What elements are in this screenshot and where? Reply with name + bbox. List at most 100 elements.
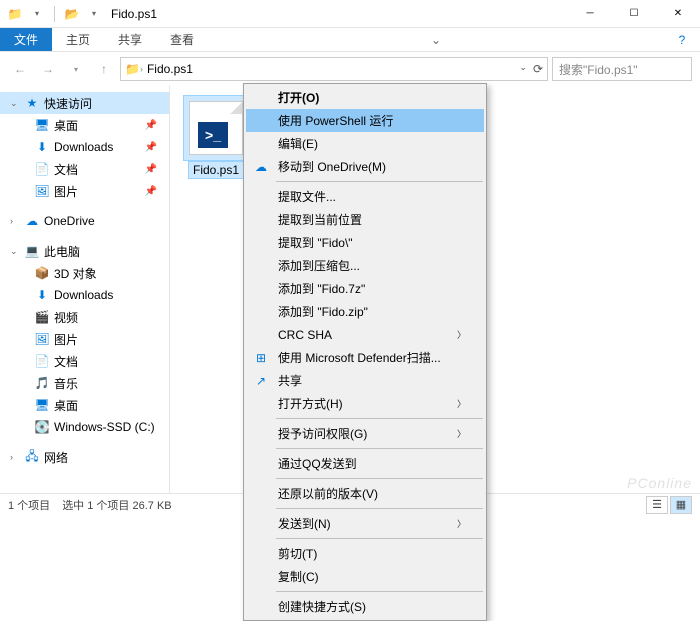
close-button[interactable]: ✕ <box>656 0 700 28</box>
menu-item-label: 添加到 "Fido.zip" <box>278 303 368 320</box>
breadcrumb[interactable]: Fido.ps1 <box>143 62 197 76</box>
tab-view[interactable]: 查看 <box>156 28 208 51</box>
sidebar-item[interactable]: 📦3D 对象 <box>0 262 169 284</box>
back-button[interactable]: ← <box>8 57 32 81</box>
quick-access-toolbar: 📁 ▾ 📂 ▾ <box>0 5 103 23</box>
window-title: Fido.ps1 <box>111 7 157 21</box>
sidebar-item-onedrive[interactable]: › ☁ OneDrive <box>0 210 169 232</box>
submenu-arrow-icon: 〉 <box>457 397 466 410</box>
menu-item[interactable]: 提取文件... <box>246 185 484 208</box>
menu-item[interactable]: 编辑(E) <box>246 132 484 155</box>
sidebar-item-this-pc[interactable]: ⌄ 💻 此电脑 <box>0 240 169 262</box>
menu-item-label: 使用 Microsoft Defender扫描... <box>278 349 441 366</box>
menu-item[interactable]: 还原以前的版本(V) <box>246 482 484 505</box>
sidebar-item[interactable]: 🖥桌面 <box>0 394 169 416</box>
item-icon: ⬇ <box>34 139 50 155</box>
ribbon-expand-icon[interactable]: ⌄ <box>418 28 454 51</box>
menu-item[interactable]: ⊞ 使用 Microsoft Defender扫描... <box>246 346 484 369</box>
item-icon: 🎵 <box>34 375 50 391</box>
menu-item-label: 添加到压缩包... <box>278 257 360 274</box>
sidebar-item[interactable]: 📄文档 <box>0 350 169 372</box>
sidebar-item[interactable]: 🎵音乐 <box>0 372 169 394</box>
sidebar-item[interactable]: 💽Windows-SSD (C:) <box>0 416 169 438</box>
pin-icon: 📌 <box>145 164 157 175</box>
menu-item-icon: ⊞ <box>253 350 269 366</box>
menu-item-label: 共享 <box>278 372 302 389</box>
menu-item[interactable]: ↗共享 <box>246 369 484 392</box>
pc-icon: 💻 <box>24 243 40 259</box>
sidebar-label: 图片 <box>54 183 78 200</box>
file-item[interactable]: >_ Fido.ps1 <box>180 96 252 178</box>
maximize-button[interactable]: ☐ <box>612 0 656 28</box>
pin-icon: 📌 <box>145 186 157 197</box>
menu-item-label: 创建快捷方式(S) <box>278 598 366 615</box>
menu-item[interactable]: 添加到压缩包... <box>246 254 484 277</box>
tab-file[interactable]: 文件 <box>0 28 52 51</box>
item-icon: 📄 <box>34 161 50 177</box>
tab-share[interactable]: 共享 <box>104 28 156 51</box>
menu-item[interactable]: 授予访问权限(G)〉 <box>246 422 484 445</box>
menu-item[interactable]: CRC SHA〉 <box>246 323 484 346</box>
sidebar-item[interactable]: 📄文档📌 <box>0 158 169 180</box>
menu-item[interactable]: 添加到 "Fido.zip" <box>246 300 484 323</box>
menu-separator <box>276 181 483 182</box>
sidebar-item-quick-access[interactable]: ⌄ ★ 快速访问 <box>0 92 169 114</box>
sidebar-label: OneDrive <box>44 214 95 228</box>
menu-item[interactable]: 复制(C) <box>246 565 484 588</box>
sidebar-label: 桌面 <box>54 397 78 414</box>
tab-home[interactable]: 主页 <box>52 28 104 51</box>
item-icon: 🖼 <box>34 331 50 347</box>
network-icon: 🖧 <box>24 449 40 465</box>
status-count: 1 个项目 <box>8 497 50 513</box>
menu-item[interactable]: 通过QQ发送到 <box>246 452 484 475</box>
sidebar-label: 音乐 <box>54 375 78 392</box>
item-icon: 🖥 <box>34 117 50 133</box>
search-input[interactable]: 搜索"Fido.ps1" <box>552 57 692 81</box>
menu-item[interactable]: 打开(O) <box>246 86 484 109</box>
minimize-button[interactable]: ─ <box>568 0 612 28</box>
menu-item[interactable]: 剪切(T) <box>246 542 484 565</box>
forward-button[interactable]: → <box>36 57 60 81</box>
menu-item-label: 编辑(E) <box>278 135 318 152</box>
menu-item[interactable]: 添加到 "Fido.7z" <box>246 277 484 300</box>
address-bar: ← → ▾ ↑ 📁 › Fido.ps1 ⌄ ⟳ 搜索"Fido.ps1" <box>0 52 700 86</box>
menu-item[interactable]: 提取到 "Fido\" <box>246 231 484 254</box>
qat-dropdown-icon[interactable]: ▾ <box>28 5 46 23</box>
menu-item-label: CRC SHA <box>278 328 332 342</box>
sidebar-item[interactable]: ⬇Downloads <box>0 284 169 306</box>
recent-dropdown[interactable]: ▾ <box>64 57 88 81</box>
menu-item[interactable]: 打开方式(H)〉 <box>246 392 484 415</box>
item-icon: ⬇ <box>34 287 50 303</box>
up-button[interactable]: ↑ <box>92 57 116 81</box>
sidebar-label: 快速访问 <box>44 95 92 112</box>
details-view-button[interactable]: ☰ <box>646 496 668 514</box>
menu-item-icon: ☁ <box>253 159 269 175</box>
address-box[interactable]: 📁 › Fido.ps1 ⌄ ⟳ <box>120 57 548 81</box>
menu-item-label: 复制(C) <box>278 568 319 585</box>
menu-item-label: 添加到 "Fido.7z" <box>278 280 365 297</box>
menu-item-label: 使用 PowerShell 运行 <box>278 112 393 129</box>
sidebar-label: 3D 对象 <box>54 265 97 282</box>
menu-item[interactable]: 发送到(N)〉 <box>246 512 484 535</box>
status-selection: 选中 1 个项目 26.7 KB <box>62 497 171 513</box>
watermark: PConline <box>627 475 692 491</box>
menu-item[interactable]: 创建快捷方式(S) <box>246 595 484 618</box>
sidebar-item-network[interactable]: › 🖧 网络 <box>0 446 169 468</box>
menu-separator <box>276 448 483 449</box>
help-icon[interactable]: ? <box>664 28 700 51</box>
sidebar-item[interactable]: 🖼图片📌 <box>0 180 169 202</box>
sidebar-item[interactable]: 🖼图片 <box>0 328 169 350</box>
refresh-icon[interactable]: ⟳ <box>533 62 543 76</box>
icons-view-button[interactable]: ▦ <box>670 496 692 514</box>
menu-item[interactable]: 提取到当前位置 <box>246 208 484 231</box>
address-dropdown-icon[interactable]: ⌄ <box>519 62 527 76</box>
sidebar-item[interactable]: 🎬视频 <box>0 306 169 328</box>
folder-open-icon: 📂 <box>63 5 81 23</box>
sidebar-item[interactable]: 🖥桌面📌 <box>0 114 169 136</box>
sidebar-item[interactable]: ⬇Downloads📌 <box>0 136 169 158</box>
menu-item[interactable]: ☁移动到 OneDrive(M) <box>246 155 484 178</box>
qat-more-icon[interactable]: ▾ <box>85 5 103 23</box>
sidebar-label: 视频 <box>54 309 78 326</box>
window-controls: ─ ☐ ✕ <box>568 0 700 28</box>
menu-item[interactable]: 使用 PowerShell 运行 <box>246 109 484 132</box>
